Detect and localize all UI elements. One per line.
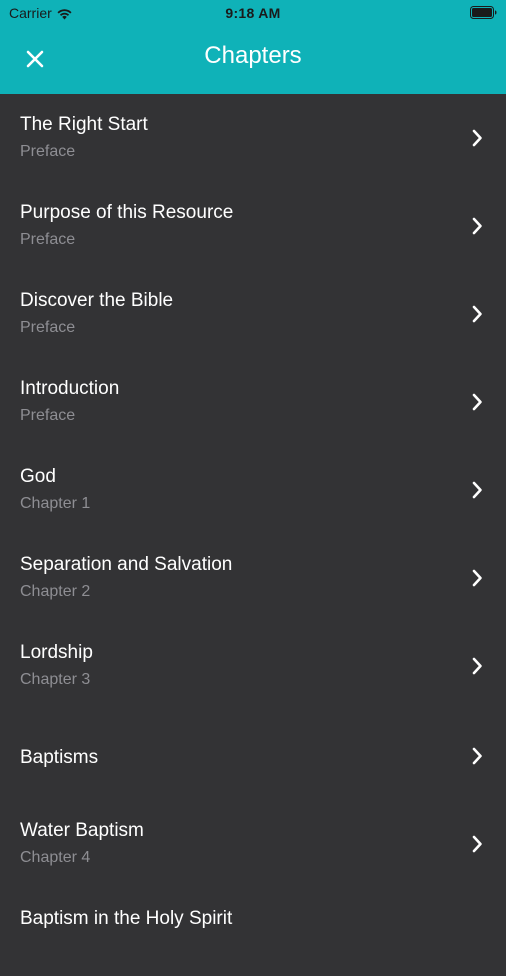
chevron-right-icon xyxy=(471,304,483,324)
chevron-right-icon xyxy=(471,392,483,412)
chapter-title: Introduction xyxy=(20,378,120,399)
chapter-subtitle: Preface xyxy=(20,407,76,424)
chevron-right-icon xyxy=(471,128,483,148)
chapter-row-water-baptism[interactable]: Water Baptism Chapter 4 xyxy=(0,800,506,888)
chapter-title: Lordship xyxy=(20,642,93,663)
chevron-right-icon xyxy=(471,216,483,236)
chevron-right-icon xyxy=(471,568,483,588)
chapter-subtitle: Preface xyxy=(20,319,76,336)
chapter-row-separation-and-salvation[interactable]: Separation and Salvation Chapter 2 xyxy=(0,534,506,622)
status-time: 9:18 AM xyxy=(225,5,281,21)
chapter-list: The Right Start Preface Purpose of this … xyxy=(0,94,506,976)
chapter-row-purpose-of-this-resource[interactable]: Purpose of this Resource Preface xyxy=(0,182,506,270)
chapter-title: Baptism in the Holy Spirit xyxy=(20,908,233,929)
header-bar: Carrier 9:18 AM Chapters xyxy=(0,0,506,94)
chapter-subtitle: Preface xyxy=(20,231,76,248)
chapter-row-introduction[interactable]: Introduction Preface xyxy=(0,358,506,446)
chapter-row-baptisms[interactable]: Baptisms xyxy=(0,710,506,800)
chapter-row-god[interactable]: God Chapter 1 xyxy=(0,446,506,534)
chevron-right-icon xyxy=(471,480,483,500)
chapter-row-discover-the-bible[interactable]: Discover the Bible Preface xyxy=(0,270,506,358)
chapter-subtitle: Chapter 4 xyxy=(20,849,91,866)
chapter-row-the-right-start[interactable]: The Right Start Preface xyxy=(0,94,506,182)
chapter-title: Separation and Salvation xyxy=(20,554,233,575)
chapter-title: Discover the Bible xyxy=(20,290,174,311)
chevron-right-icon xyxy=(471,834,483,854)
chapter-subtitle: Chapter 2 xyxy=(20,583,91,600)
chapter-title: Water Baptism xyxy=(20,820,144,841)
chapter-title: Purpose of this Resource xyxy=(20,202,234,223)
status-bar: Carrier 9:18 AM xyxy=(0,0,506,28)
chapter-row-baptism-in-the-holy-spirit[interactable]: Baptism in the Holy Spirit xyxy=(0,888,506,976)
battery-icon xyxy=(470,6,497,19)
page-title: Chapters xyxy=(204,42,302,69)
chapter-row-lordship[interactable]: Lordship Chapter 3 xyxy=(0,622,506,710)
chapter-title: God xyxy=(20,466,56,487)
chevron-right-icon xyxy=(471,656,483,676)
chapter-title: Baptisms xyxy=(20,747,99,768)
chevron-right-icon xyxy=(471,746,483,766)
chapter-subtitle: Chapter 1 xyxy=(20,495,91,512)
chapter-subtitle: Preface xyxy=(20,143,76,160)
chapter-subtitle: Chapter 3 xyxy=(20,671,91,688)
chapter-title: The Right Start xyxy=(20,114,148,135)
